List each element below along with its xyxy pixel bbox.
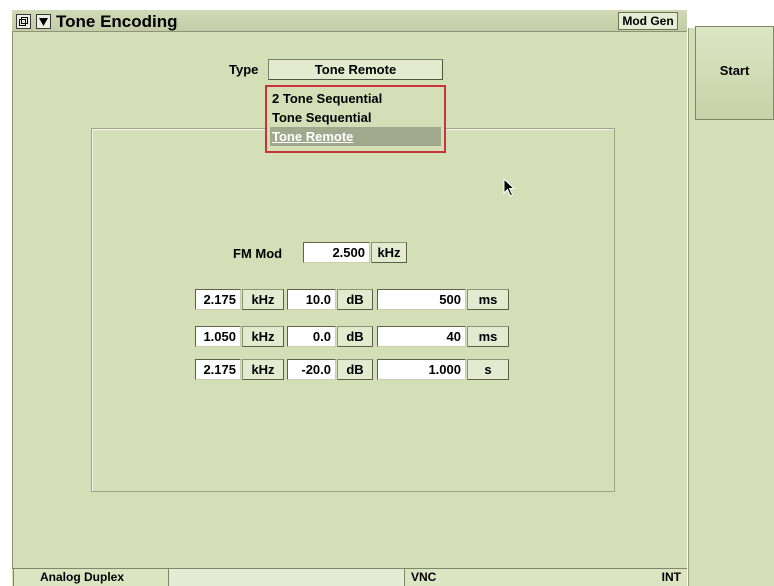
tone1-frequency-unit[interactable]: kHz <box>242 289 284 310</box>
tone2-level-unit[interactable]: dB <box>337 326 373 347</box>
mouse-pointer-icon <box>503 177 517 198</box>
tone1-level-unit[interactable]: dB <box>337 289 373 310</box>
fm-mod-label: FM Mod <box>233 246 283 261</box>
tone3-level-unit[interactable]: dB <box>337 359 373 380</box>
status-int: INT <box>604 569 687 586</box>
tone3-frequency-unit[interactable]: kHz <box>242 359 284 380</box>
tone1-duration-field[interactable]: 500 <box>377 289 466 310</box>
tone2-duration-field[interactable]: 40 <box>377 326 466 347</box>
fm-mod-field[interactable]: 2.500 <box>303 242 370 263</box>
start-button[interactable]: Start <box>695 26 774 120</box>
settings-panel <box>91 128 615 492</box>
dropdown-option-2-tone-sequential[interactable]: 2 Tone Sequential <box>270 89 441 108</box>
tone3-level-field[interactable]: -20.0 <box>287 359 336 380</box>
tone1-level-field[interactable]: 10.0 <box>287 289 336 310</box>
window-title: Tone Encoding <box>56 12 178 31</box>
tone1-frequency-field[interactable]: 2.175 <box>195 289 241 310</box>
type-label: Type <box>229 62 259 77</box>
tone1-duration-unit[interactable]: ms <box>467 289 509 310</box>
tone2-duration-unit[interactable]: ms <box>467 326 509 347</box>
fm-mod-unit[interactable]: kHz <box>371 242 407 263</box>
triangle-down-icon[interactable] <box>36 14 51 29</box>
status-vnc: VNC <box>404 569 604 586</box>
dropdown-option-tone-remote[interactable]: Tone Remote <box>270 127 441 146</box>
type-select[interactable]: Tone Remote <box>268 59 443 80</box>
mod-gen-button[interactable]: Mod Gen <box>618 12 678 30</box>
window-restore-icon[interactable] <box>16 14 31 29</box>
tone2-level-field[interactable]: 0.0 <box>287 326 336 347</box>
tone3-duration-unit[interactable]: s <box>467 359 509 380</box>
status-mode: Analog Duplex <box>13 569 168 586</box>
tone2-frequency-unit[interactable]: kHz <box>242 326 284 347</box>
tone2-frequency-field[interactable]: 1.050 <box>195 326 241 347</box>
tone3-frequency-field[interactable]: 2.175 <box>195 359 241 380</box>
type-dropdown-list: 2 Tone Sequential Tone Sequential Tone R… <box>265 85 446 153</box>
tone3-duration-field[interactable]: 1.000 <box>377 359 466 380</box>
dropdown-option-tone-sequential[interactable]: Tone Sequential <box>270 108 441 127</box>
status-message <box>168 569 404 586</box>
